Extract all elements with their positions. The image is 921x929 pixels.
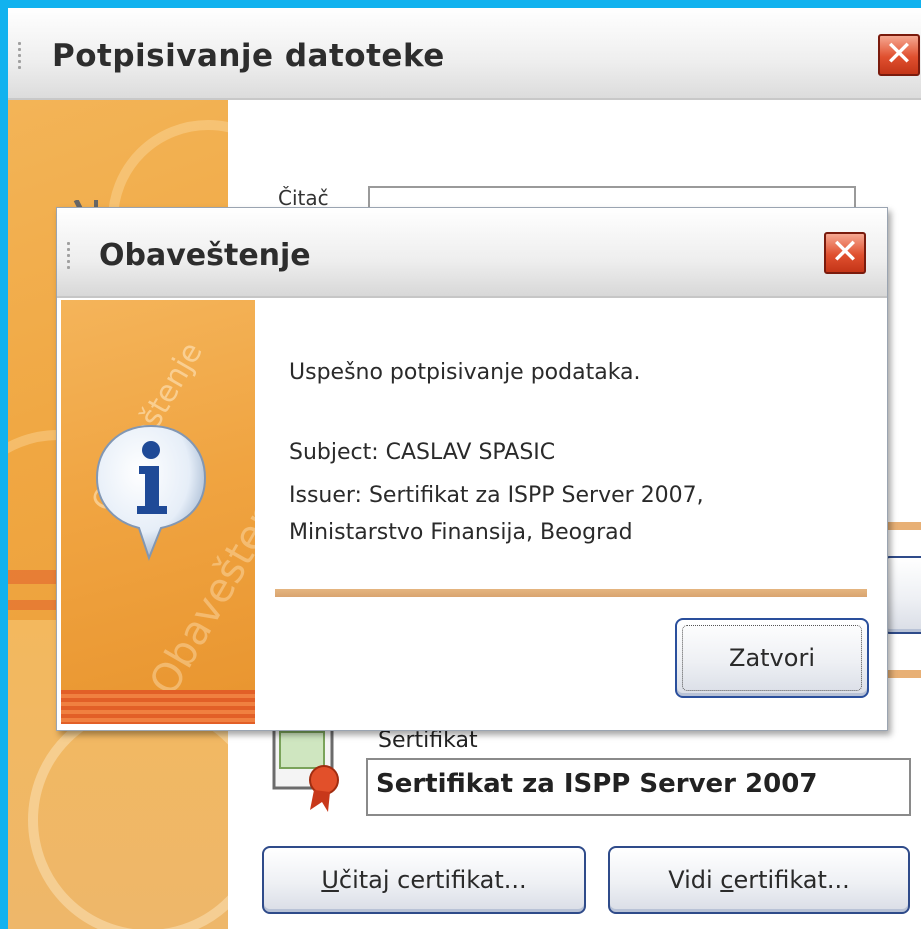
certificate-label: Sertifikat (378, 728, 478, 753)
view-button-label-prefix: Vidi (668, 866, 721, 894)
close-icon: ✕ (830, 232, 860, 272)
close-icon: ✕ (884, 34, 914, 74)
load-button-access-key: U (321, 866, 339, 894)
dialog-sidebar: Obaveštenje Obaveštenje (61, 300, 255, 724)
info-icon (95, 424, 207, 561)
window-close-button[interactable]: ✕ (878, 34, 920, 76)
issuer-line-1: Issuer: Sertifikat za ISPP Server 2007, (289, 483, 704, 508)
certificate-icon (272, 722, 339, 812)
load-button-label: čitaj certifikat... (338, 866, 527, 894)
dialog-close-button[interactable]: ✕ (824, 232, 866, 274)
certificate-field[interactable]: Sertifikat za ISPP Server 2007 (366, 758, 911, 816)
close-dialog-label: Zatvori (729, 644, 815, 672)
window-titlebar[interactable]: Potpisivanje datoteke ✕ (8, 8, 921, 100)
grip-handle[interactable] (67, 242, 71, 272)
dialog-divider (275, 589, 867, 597)
subject-line: Subject: CASLAV SPASIC (289, 440, 556, 465)
close-dialog-button[interactable]: Zatvori (675, 618, 869, 698)
load-certificate-button[interactable]: Učitaj certifikat... (262, 846, 586, 914)
view-certificate-button[interactable]: Vidi certifikat... (608, 846, 910, 914)
success-message: Uspešno potpisivanje podataka. (289, 360, 641, 385)
window-title: Potpisivanje datoteke (52, 38, 445, 74)
dialog-titlebar[interactable]: Obaveštenje ✕ (57, 208, 887, 298)
notification-dialog: Obaveštenje ✕ Obaveštenje Obaveštenje Us… (56, 207, 888, 731)
grip-handle[interactable] (18, 42, 22, 72)
view-button-label: ertifikat... (733, 866, 850, 894)
dialog-title: Obaveštenje (99, 238, 311, 273)
view-button-access-key: c (720, 866, 734, 894)
issuer-line-2: Ministarstvo Finansija, Beograd (289, 520, 633, 545)
